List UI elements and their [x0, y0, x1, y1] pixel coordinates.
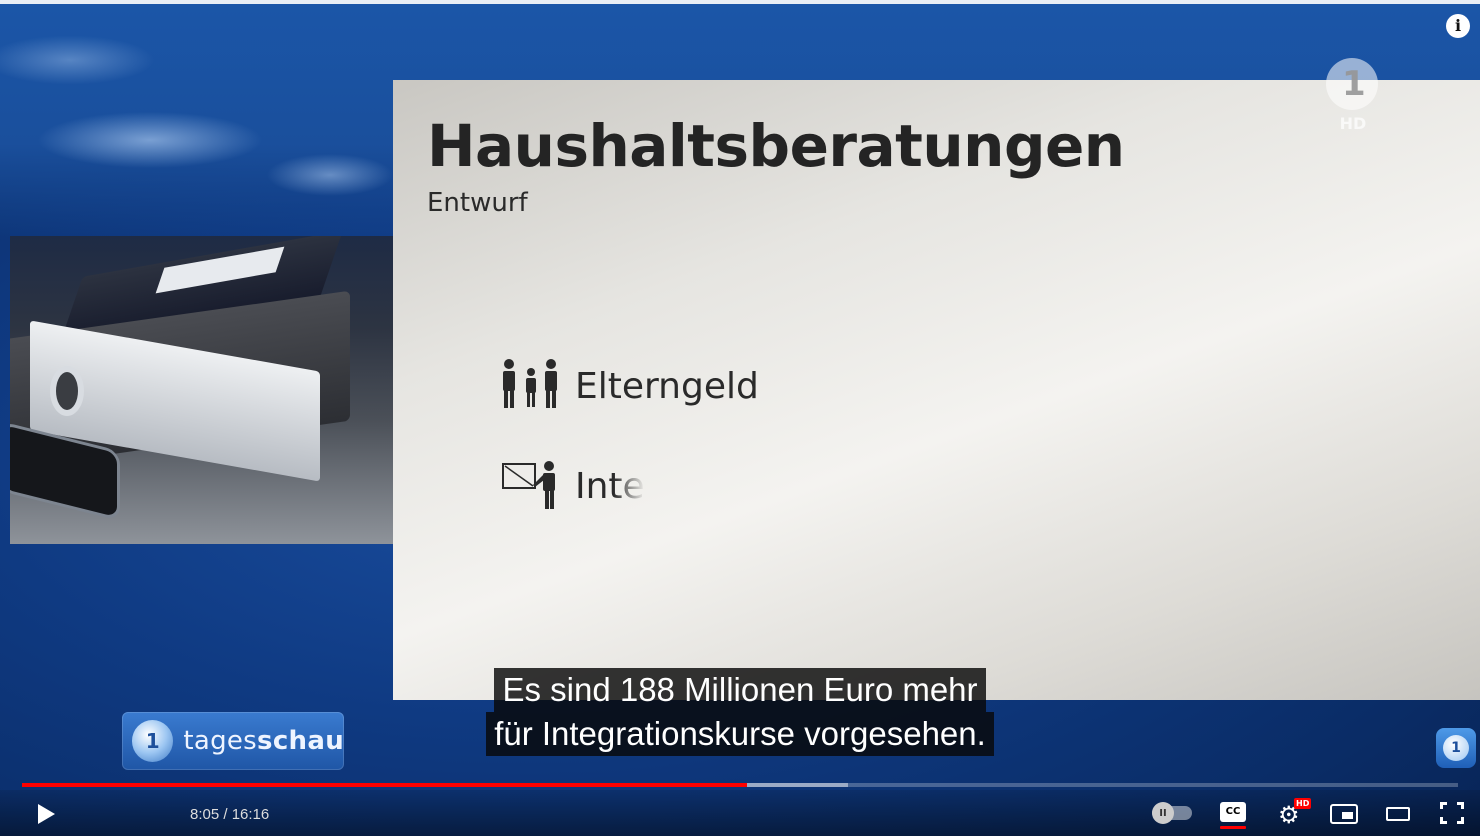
family-icon: [501, 358, 561, 414]
miniplayer-button[interactable]: [1330, 804, 1358, 824]
settings-button[interactable]: ⚙ HD: [1276, 798, 1312, 827]
video-player[interactable]: Haushaltsberatungen Entwurf Elterngeld I…: [0, 0, 1480, 836]
captions: Es sind 188 Millionen Euro mehr für Inte…: [0, 668, 1480, 756]
captions-active-indicator: [1220, 826, 1246, 829]
time-display: 8:05 / 16:16: [190, 806, 270, 823]
ard-logo-quality: HD: [1339, 114, 1367, 133]
caption-line: Es sind 188 Millionen Euro mehr: [494, 668, 986, 712]
ard-hd-logo: 1 HD: [1326, 58, 1380, 138]
fullscreen-icon: [1440, 802, 1447, 809]
card-item-label: Elterngeld: [575, 365, 759, 407]
hd-badge: HD: [1294, 798, 1312, 809]
play-button[interactable]: [38, 804, 55, 824]
card-title: Haushaltsberatungen: [427, 112, 1125, 180]
pause-icon: II: [1152, 802, 1174, 824]
card-item-integration: Inte: [501, 458, 645, 514]
autoplay-toggle[interactable]: II: [1152, 802, 1192, 824]
card-subtitle: Entwurf: [427, 188, 528, 218]
captions-button[interactable]: CC: [1220, 802, 1246, 822]
binder-ring-hole: [50, 366, 84, 416]
theater-mode-button[interactable]: [1386, 807, 1410, 821]
top-divider: [0, 0, 1480, 4]
player-controls: 8:05 / 16:16 II CC ⚙ HD: [0, 790, 1480, 836]
info-button[interactable]: i: [1446, 14, 1470, 38]
binder-photo: [10, 236, 396, 544]
progress-bar[interactable]: [22, 783, 1458, 787]
caption-line: für Integrationskurse vorgesehen.: [486, 712, 994, 756]
info-card: Haushaltsberatungen Entwurf Elterngeld I…: [393, 80, 1480, 700]
card-item-label: Inte: [575, 465, 645, 507]
classroom-icon: [501, 458, 561, 514]
progress-played: [22, 783, 748, 787]
ard-logo-glyph: 1: [1342, 64, 1366, 104]
fullscreen-button[interactable]: [1440, 802, 1464, 824]
card-item-elterngeld: Elterngeld: [501, 358, 759, 414]
miniplayer-icon: [1342, 812, 1353, 819]
